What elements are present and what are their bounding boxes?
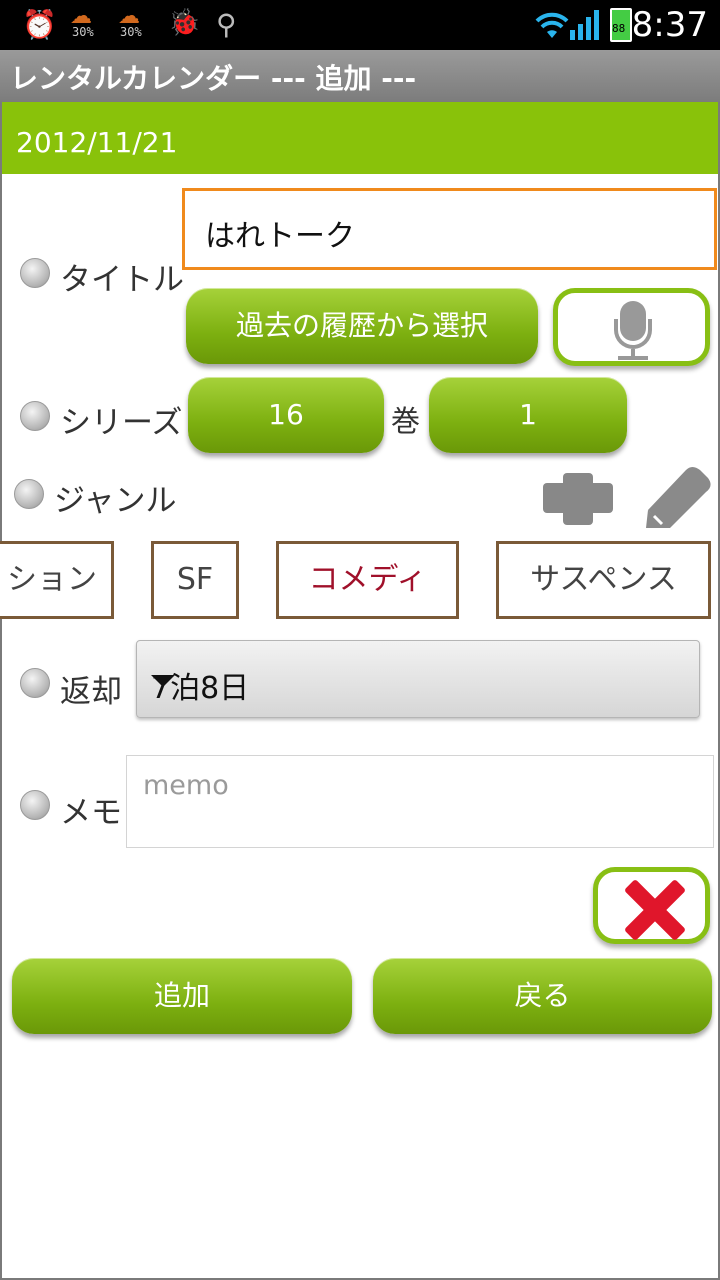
genre-label: ジャンル: [54, 483, 177, 519]
clear-button[interactable]: [593, 867, 710, 944]
memo-label: メモ: [60, 795, 122, 831]
app-title: レンタルカレンダー --- 追加 ---: [10, 62, 417, 95]
title-label: タイトル: [60, 262, 184, 298]
clear-x-icon: [625, 880, 685, 940]
genre-radio[interactable]: [14, 479, 44, 509]
genre-chip-sf[interactable]: SF: [151, 541, 239, 619]
memo-input[interactable]: memo: [126, 755, 714, 848]
back-button[interactable]: 戻る: [373, 958, 712, 1034]
date-label: 2012/11/21: [16, 126, 178, 159]
add-button-label: 追加: [153, 979, 210, 1012]
volume-number-button[interactable]: 1: [429, 377, 627, 453]
weather-percent: 30%: [120, 25, 142, 39]
volume-unit-label: 巻: [391, 404, 421, 438]
volume-number-value: 1: [519, 398, 537, 431]
add-genre-button[interactable]: [540, 470, 616, 528]
status-bar: ⏰ ☁ 30% ☁ 30% 🐞 ⚲ 88 8:37: [0, 0, 720, 50]
debug-bug-icon: 🐞: [168, 8, 201, 38]
title-input-value: はれトーク: [205, 219, 355, 254]
add-button[interactable]: 追加: [12, 958, 352, 1034]
back-button-label: 戻る: [514, 979, 571, 1012]
return-label: 返却: [60, 674, 122, 710]
genre-chip-suspense[interactable]: サスペンス: [496, 541, 711, 619]
return-radio[interactable]: [20, 668, 50, 698]
wifi-icon: [535, 12, 569, 38]
volume-count-value: 16: [268, 398, 304, 431]
usb-icon: ⚲: [216, 8, 237, 41]
edit-genre-pencil-icon[interactable]: [642, 458, 716, 528]
clock: 8:37: [631, 5, 708, 45]
return-period-dropdown[interactable]: 7泊8日: [136, 640, 700, 718]
title-bar: レンタルカレンダー --- 追加 ---: [0, 50, 720, 102]
title-input[interactable]: はれトーク: [182, 188, 717, 270]
dropdown-arrow-icon: [151, 675, 175, 687]
date-bar: 2012/11/21: [2, 102, 718, 174]
voice-input-button[interactable]: [553, 288, 710, 366]
weather-percent: 30%: [72, 25, 94, 39]
volume-count-button[interactable]: 16: [188, 377, 384, 453]
signal-icon: [570, 10, 599, 40]
series-radio[interactable]: [20, 401, 50, 431]
battery-level: 88: [612, 22, 626, 35]
genre-chip[interactable]: ション: [0, 541, 114, 619]
title-radio[interactable]: [20, 258, 50, 288]
memo-placeholder: memo: [143, 770, 229, 801]
genre-chip-comedy[interactable]: コメディ: [276, 541, 459, 619]
alarm-icon: ⏰: [22, 8, 57, 41]
memo-radio[interactable]: [20, 790, 50, 820]
history-select-label: 過去の履歴から選択: [235, 309, 488, 342]
series-label: シリーズ: [60, 405, 183, 441]
history-select-button[interactable]: 過去の履歴から選択: [186, 288, 538, 364]
